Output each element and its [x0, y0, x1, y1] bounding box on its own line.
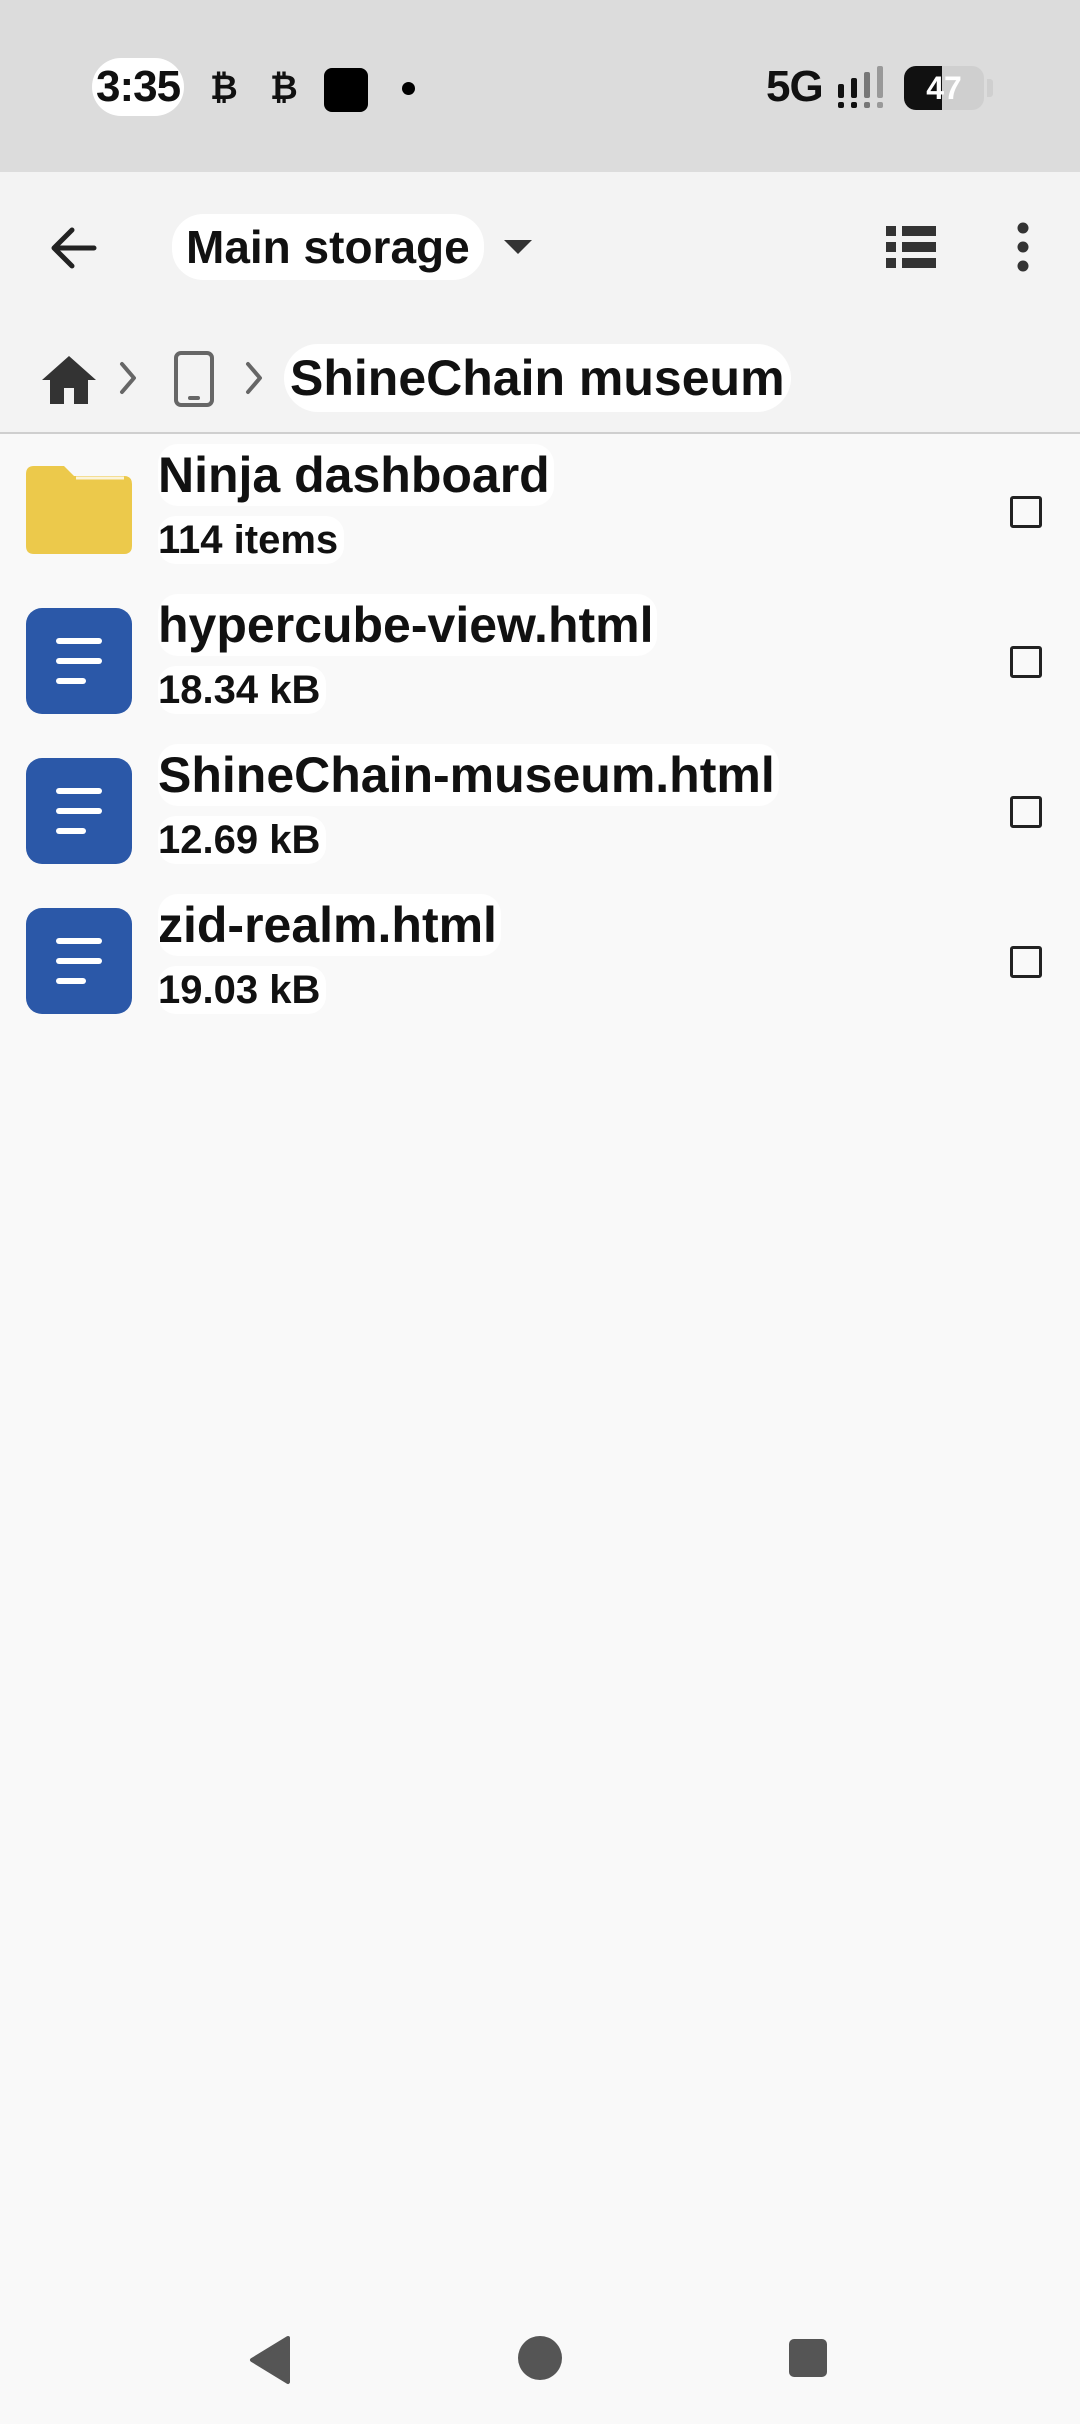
storage-selector[interactable]: Main storage — [172, 212, 534, 282]
file-name: ShineChain-museum.html — [158, 744, 779, 806]
file-meta: 114 items — [158, 516, 345, 564]
file-list: Ninja dashboard 114 items hypercube-view… — [0, 436, 1080, 1036]
chevron-right-icon — [246, 362, 262, 394]
list-item[interactable]: ShineChain-museum.html 12.69 kB — [0, 736, 1080, 886]
folder-icon — [26, 466, 132, 554]
network-type: 5G — [766, 62, 824, 111]
more-vert-icon — [1017, 222, 1029, 272]
list-view-icon — [886, 226, 936, 268]
file-name: hypercube-view.html — [158, 594, 658, 656]
status-time: 3:35 — [92, 58, 185, 116]
nav-recents-icon — [789, 2339, 827, 2377]
app-square-icon — [324, 68, 368, 112]
list-item[interactable]: zid-realm.html 19.03 kB — [0, 886, 1080, 1036]
file-meta: 19.03 kB — [158, 966, 327, 1014]
nav-recents-button[interactable] — [788, 2338, 828, 2383]
breadcrumb-home[interactable] — [38, 352, 100, 413]
nav-back-icon — [250, 2336, 290, 2384]
battery-level: 47 — [926, 70, 962, 106]
list-item[interactable]: Ninja dashboard 114 items — [0, 436, 1080, 586]
file-meta: 12.69 kB — [158, 816, 327, 864]
file-name: Ninja dashboard — [158, 444, 554, 506]
dropdown-arrow-icon — [503, 240, 532, 254]
chevron-right-icon — [120, 362, 136, 394]
file-name: zid-realm.html — [158, 894, 501, 956]
status-bar: 3:35 ₿ ₿ 5G 47 — [0, 0, 1080, 172]
nav-home-button[interactable] — [516, 2334, 564, 2387]
row-checkbox[interactable] — [1010, 646, 1042, 678]
row-checkbox[interactable] — [1010, 796, 1042, 828]
bitcoin-icon: ₿ — [210, 69, 238, 107]
breadcrumb-current-folder[interactable]: ShineChain museum — [284, 344, 791, 412]
more-options-button[interactable] — [1000, 212, 1046, 282]
arrow-back-icon — [51, 227, 97, 269]
phone-device-icon — [174, 351, 214, 407]
document-icon — [26, 758, 132, 864]
document-icon — [26, 608, 132, 714]
nav-back-button[interactable] — [246, 2334, 296, 2391]
file-meta: 18.34 kB — [158, 666, 327, 714]
bitcoin-icon: ₿ — [270, 69, 298, 107]
system-nav-bar — [0, 2300, 1080, 2424]
nav-home-icon — [518, 2336, 562, 2380]
list-item[interactable]: hypercube-view.html 18.34 kB — [0, 586, 1080, 736]
breadcrumb-device[interactable] — [172, 350, 216, 413]
document-icon — [26, 908, 132, 1014]
row-checkbox[interactable] — [1010, 496, 1042, 528]
list-view-button[interactable] — [876, 212, 946, 282]
home-icon — [42, 356, 96, 404]
storage-title: Main storage — [172, 214, 484, 280]
dot-icon — [402, 82, 415, 95]
app-toolbar: Main storage — [0, 172, 1080, 322]
back-button[interactable] — [34, 208, 114, 288]
row-checkbox[interactable] — [1010, 946, 1042, 978]
signal-icon — [836, 66, 890, 115]
breadcrumb: ShineChain museum — [0, 322, 1080, 434]
